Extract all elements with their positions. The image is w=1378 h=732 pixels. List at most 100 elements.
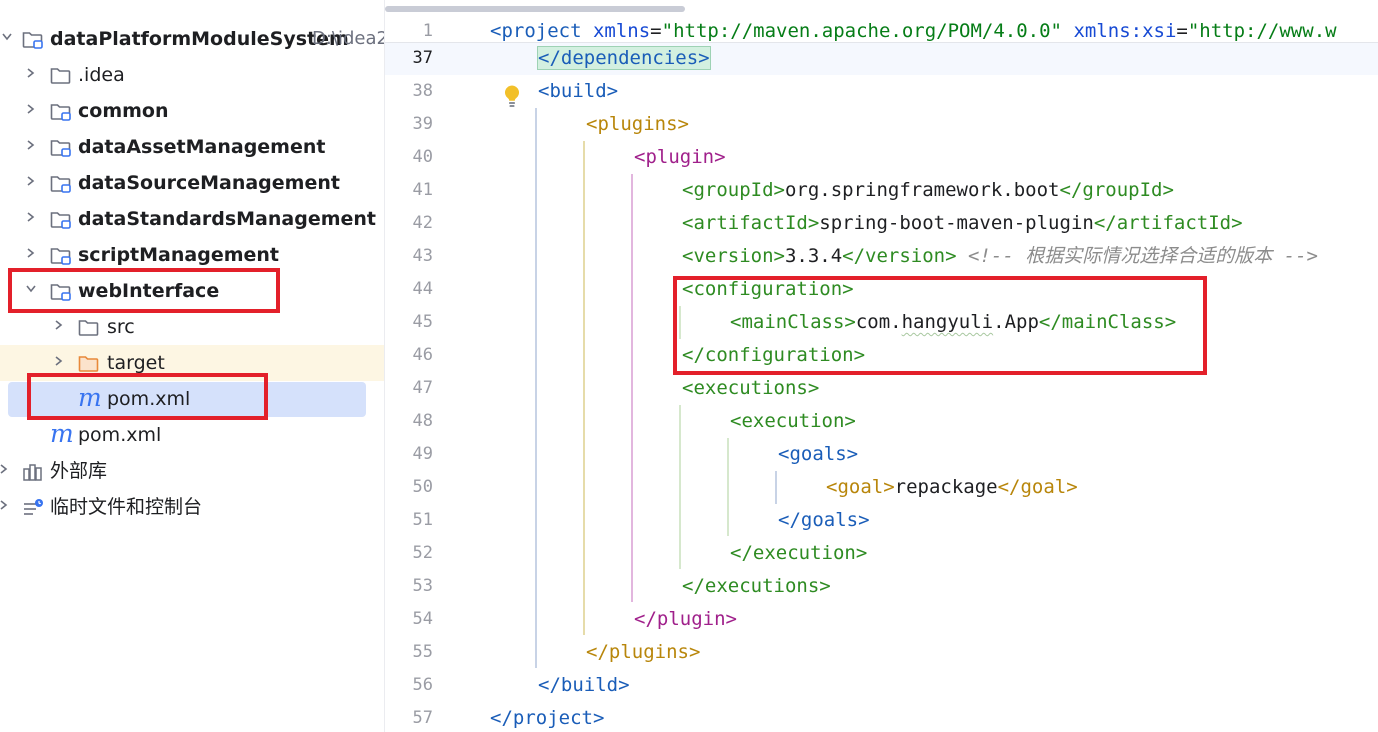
code-line-57[interactable]: </project> (490, 702, 604, 732)
highlight-box-configuration (673, 276, 1207, 375)
xml-tag: </version> (842, 245, 957, 267)
tree-item-label: src (107, 316, 135, 338)
line-number: 42 (412, 213, 433, 233)
tree-item-common[interactable]: common (0, 93, 384, 129)
xml-tag: <groupId> (682, 179, 785, 201)
code-line-40[interactable]: <plugin> (634, 141, 726, 174)
lightbulb-icon[interactable] (502, 84, 522, 112)
folder-icon (50, 66, 72, 84)
code-line-37[interactable]: </dependencies> (537, 42, 711, 75)
tree-item-data-source-management[interactable]: dataSourceManagement (0, 165, 384, 201)
chevron-right-icon[interactable] (26, 68, 35, 78)
maven-file-icon: m (50, 419, 74, 448)
line-number: 53 (412, 576, 433, 596)
xml-tag: <plugins> (586, 113, 689, 135)
tree-item-scratches-consoles[interactable]: 临时文件和控制台 (0, 489, 384, 525)
line-number: 54 (412, 609, 433, 629)
module-folder-icon (50, 102, 72, 121)
xml-text: 3.3.4 (784, 245, 843, 267)
chevron-right-icon[interactable] (0, 500, 9, 510)
xml-tag: </dependencies> (537, 46, 711, 70)
tree-item-src[interactable]: src (0, 309, 384, 345)
chevron-right-icon[interactable] (26, 140, 35, 150)
xml-tag: </project> (490, 707, 605, 729)
code-line-51[interactable]: </goals> (778, 504, 870, 537)
line-number: 38 (412, 81, 433, 101)
tree-item-data-asset-management[interactable]: dataAssetManagement (0, 129, 384, 165)
xml-tag: <build> (538, 80, 619, 102)
line-number: 39 (412, 114, 433, 134)
highlight-box-pom-xml (27, 373, 268, 420)
code-line-47[interactable]: <executions> (682, 372, 819, 405)
xml-tag: <plugin> (634, 146, 726, 168)
code-line-39[interactable]: <plugins> (586, 108, 689, 141)
code-line-38[interactable]: <build> (538, 75, 618, 108)
code-line-54[interactable]: </plugin> (634, 603, 737, 636)
chevron-down-icon[interactable] (2, 32, 12, 41)
module-folder-icon (50, 174, 72, 193)
line-number: 47 (412, 378, 433, 398)
indent-guide (679, 405, 681, 569)
code-line-42[interactable]: <artifactId>spring-boot-maven-plugin</ar… (682, 207, 1243, 240)
chevron-right-icon[interactable] (26, 212, 35, 222)
tree-item-external-libraries[interactable]: 外部库 (0, 453, 384, 489)
code-line-50[interactable]: <goal>repackage</goal> (826, 471, 1078, 504)
tree-item-label: pom.xml (78, 424, 162, 446)
line-number: 40 (412, 147, 433, 167)
xml-tag: </execution> (730, 542, 868, 564)
xml-tag: <project (490, 20, 582, 42)
line-number: 46 (412, 345, 433, 365)
line-number: 37 (412, 48, 433, 68)
line-number: 57 (412, 708, 433, 728)
tree-item-label: dataPlatformModuleSystem (50, 28, 349, 50)
chevron-right-icon[interactable] (0, 464, 9, 474)
folder-icon (78, 318, 100, 336)
line-number: 41 (412, 180, 433, 200)
code-line-41[interactable]: <groupId>org.springframework.boot</group… (682, 174, 1174, 207)
xml-tag: <execution> (730, 410, 856, 432)
chevron-right-icon[interactable] (54, 320, 63, 330)
scratches-icon (22, 498, 44, 516)
tree-item-data-standards-management[interactable]: dataStandardsManagement (0, 201, 384, 237)
xml-tag: <goal> (826, 476, 895, 498)
tree-item-label: dataStandardsManagement (78, 208, 376, 230)
xml-tag: </artifactId> (1093, 212, 1243, 234)
code-line-43[interactable]: <version>3.3.4</version> <!-- 根据实际情况选择合适… (682, 240, 1318, 273)
line-number: 49 (412, 444, 433, 464)
library-icon (22, 462, 44, 481)
tree-item-path: D:\idea2 (312, 28, 385, 49)
tree-item-idea[interactable]: .idea (0, 57, 384, 93)
code-line-53[interactable]: </executions> (682, 570, 831, 603)
xml-attr-value: "http://www.w (1187, 20, 1337, 42)
xml-tag: <version> (682, 245, 785, 267)
line-number: 45 (412, 312, 433, 332)
line-number: 43 (412, 246, 433, 266)
line-number: 56 (412, 675, 433, 695)
tree-item-root[interactable]: dataPlatformModuleSystem D:\idea2 (0, 21, 384, 57)
xml-tag: <goals> (778, 443, 859, 465)
tree-item-label: common (78, 100, 169, 122)
indent-guide (775, 471, 777, 504)
horizontal-scrollbar[interactable] (385, 6, 685, 12)
code-line-56[interactable]: </build> (538, 669, 630, 702)
indent-guide (727, 438, 729, 536)
tree-item-pom-xml[interactable]: m pom.xml (0, 417, 384, 453)
excluded-folder-icon (78, 354, 100, 372)
line-number: 48 (412, 411, 433, 431)
code-line-52[interactable]: </execution> (730, 537, 867, 570)
code-line-48[interactable]: <execution> (730, 405, 856, 438)
xml-eq: = (1176, 20, 1188, 42)
chevron-right-icon[interactable] (26, 248, 35, 258)
xml-tag: </executions> (682, 575, 831, 597)
code-line-49[interactable]: <goals> (778, 438, 858, 471)
xml-tag: </build> (538, 674, 630, 696)
xml-attr: xmlns (592, 20, 651, 42)
xml-attr: xmlns:xsi (1073, 20, 1177, 42)
line-number: 50 (412, 477, 433, 497)
code-editor[interactable]: 1 37 38 39 40 41 42 43 44 45 46 47 48 49… (385, 0, 1378, 732)
code-line-55[interactable]: </plugins> (586, 636, 700, 669)
chevron-right-icon[interactable] (26, 104, 35, 114)
xml-attr-value: "http://maven.apache.org/POM/4.0.0" (661, 20, 1062, 42)
chevron-right-icon[interactable] (26, 176, 35, 186)
chevron-right-icon[interactable] (54, 356, 63, 366)
